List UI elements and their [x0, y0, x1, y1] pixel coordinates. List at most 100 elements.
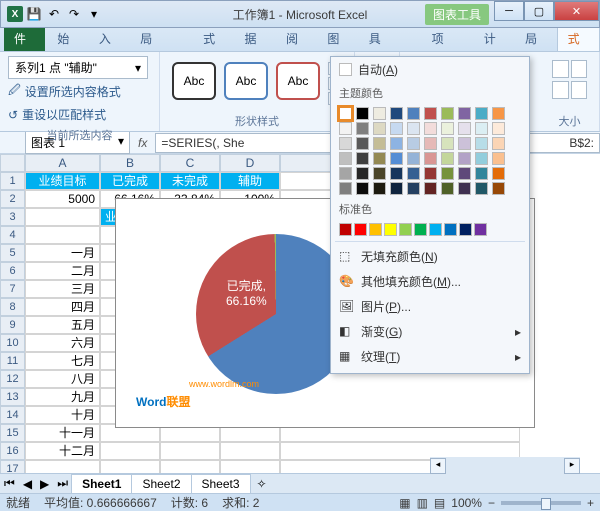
cell[interactable]: 九月 [25, 388, 100, 406]
cell[interactable]: 未完成 [160, 172, 220, 190]
row-header[interactable]: 9 [0, 316, 25, 334]
cell[interactable]: 八月 [25, 370, 100, 388]
theme-swatch[interactable] [475, 107, 488, 120]
cell[interactable] [220, 442, 280, 460]
theme-swatch[interactable] [492, 152, 505, 165]
theme-swatch[interactable] [390, 107, 403, 120]
theme-swatch[interactable] [339, 107, 352, 120]
row-header[interactable]: 16 [0, 442, 25, 460]
theme-swatch[interactable] [390, 152, 403, 165]
theme-swatch[interactable] [339, 152, 352, 165]
close-button[interactable]: ✕ [554, 1, 599, 21]
theme-swatch[interactable] [424, 122, 437, 135]
zoom-slider[interactable] [501, 501, 581, 505]
theme-swatch[interactable] [458, 122, 471, 135]
cell[interactable]: 十二月 [25, 442, 100, 460]
row-header[interactable]: 2 [0, 190, 25, 208]
zoom-out-button[interactable]: − [488, 496, 495, 510]
cell[interactable]: 六月 [25, 334, 100, 352]
theme-swatch[interactable] [458, 167, 471, 180]
col-header-D[interactable]: D [220, 154, 280, 172]
cell[interactable]: 十一月 [25, 424, 100, 442]
cell[interactable]: 七月 [25, 352, 100, 370]
row-header[interactable]: 12 [0, 370, 25, 388]
sheet-tab-1[interactable]: Sheet1 [71, 474, 132, 494]
theme-swatch[interactable] [407, 107, 420, 120]
standard-swatch[interactable] [444, 223, 457, 236]
reset-style-button[interactable]: ↺重设以匹配样式 [8, 104, 151, 125]
theme-swatch[interactable] [441, 137, 454, 150]
theme-swatch[interactable] [492, 122, 505, 135]
col-header-A[interactable]: A [25, 154, 100, 172]
minimize-button[interactable]: ─ [494, 1, 524, 21]
cell[interactable]: 业绩目标 [25, 172, 100, 190]
no-fill-item[interactable]: ⬚无填充颜色(N) [331, 244, 529, 269]
theme-swatch[interactable] [373, 107, 386, 120]
standard-swatch[interactable] [384, 223, 397, 236]
standard-swatch[interactable] [459, 223, 472, 236]
theme-swatch[interactable] [356, 182, 369, 195]
new-sheet-button[interactable]: ✧ [251, 477, 273, 491]
cell[interactable]: 三月 [25, 280, 100, 298]
cell[interactable]: 5000 [25, 190, 100, 208]
theme-swatch[interactable] [492, 167, 505, 180]
theme-swatch[interactable] [475, 122, 488, 135]
theme-swatch[interactable] [424, 107, 437, 120]
undo-icon[interactable]: ↶ [45, 5, 63, 23]
standard-swatch[interactable] [414, 223, 427, 236]
zoom-level[interactable]: 100% [451, 496, 482, 510]
row-header[interactable]: 14 [0, 406, 25, 424]
standard-swatch[interactable] [399, 223, 412, 236]
theme-swatch[interactable] [356, 167, 369, 180]
theme-swatch[interactable] [390, 122, 403, 135]
tab-nav-next[interactable]: ▶ [36, 477, 53, 491]
tab-nav-last[interactable]: ⏭ [53, 476, 72, 491]
theme-swatch[interactable] [390, 182, 403, 195]
cell[interactable]: 十月 [25, 406, 100, 424]
theme-swatch[interactable] [407, 152, 420, 165]
tab-nav-prev[interactable]: ◀ [19, 477, 36, 491]
row-header[interactable]: 11 [0, 352, 25, 370]
scroll-left-button[interactable]: ◂ [430, 458, 446, 474]
theme-swatch[interactable] [373, 137, 386, 150]
view-layout-icon[interactable]: ▥ [417, 496, 428, 510]
theme-swatch[interactable] [441, 152, 454, 165]
shape-style-2[interactable]: Abc [224, 62, 268, 100]
standard-swatch[interactable] [339, 223, 352, 236]
texture-fill-item[interactable]: ▦纹理(T)▸ [331, 344, 529, 369]
cell[interactable]: 已完成 [100, 172, 160, 190]
theme-swatch[interactable] [390, 167, 403, 180]
view-normal-icon[interactable]: ▦ [399, 496, 410, 510]
theme-swatch[interactable] [492, 107, 505, 120]
shape-style-3[interactable]: Abc [276, 62, 320, 100]
select-all-corner[interactable] [0, 154, 25, 172]
row-header[interactable]: 5 [0, 244, 25, 262]
maximize-button[interactable]: ▢ [524, 1, 554, 21]
theme-swatch[interactable] [339, 167, 352, 180]
theme-swatch[interactable] [356, 152, 369, 165]
theme-swatch[interactable] [475, 167, 488, 180]
col-header-B[interactable]: B [100, 154, 160, 172]
theme-swatch[interactable] [390, 137, 403, 150]
row-header[interactable]: 1 [0, 172, 25, 190]
theme-swatch[interactable] [356, 107, 369, 120]
theme-swatch[interactable] [424, 137, 437, 150]
theme-swatch[interactable] [424, 167, 437, 180]
cell[interactable]: 二月 [25, 262, 100, 280]
row-header[interactable]: 13 [0, 388, 25, 406]
row-header[interactable]: 7 [0, 280, 25, 298]
picture-fill-item[interactable]: 🖼图片(P)... [331, 294, 529, 319]
more-colors-item[interactable]: 🎨其他填充颜色(M)... [331, 269, 529, 294]
cell[interactable]: 一月 [25, 244, 100, 262]
sheet-tab-3[interactable]: Sheet3 [191, 474, 251, 494]
cell[interactable] [25, 208, 100, 226]
zoom-in-button[interactable]: + [587, 496, 594, 510]
theme-swatch[interactable] [407, 167, 420, 180]
height-spinner[interactable] [571, 60, 588, 78]
theme-swatch[interactable] [458, 152, 471, 165]
theme-swatch[interactable] [407, 137, 420, 150]
theme-swatch[interactable] [373, 152, 386, 165]
fill-automatic[interactable]: 自动(A) [331, 57, 529, 82]
theme-swatch[interactable] [373, 182, 386, 195]
theme-swatch[interactable] [458, 182, 471, 195]
